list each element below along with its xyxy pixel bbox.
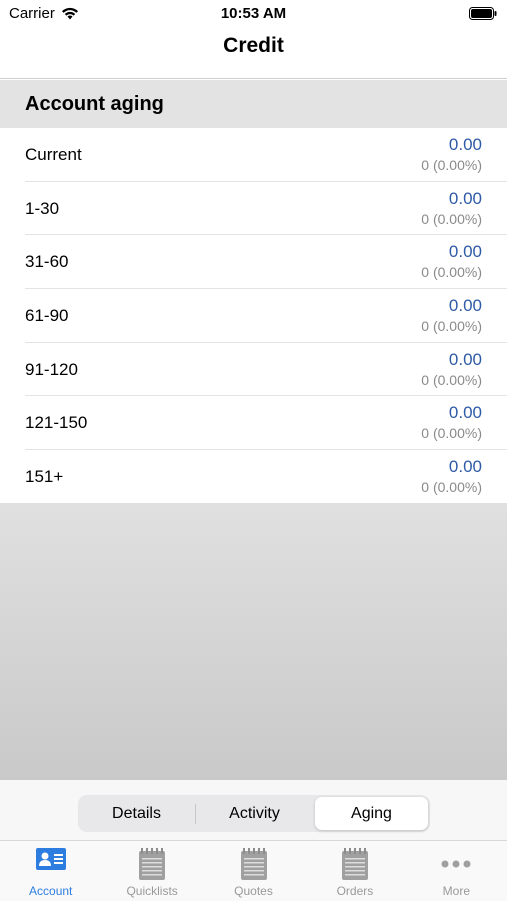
row-label: 91-120 <box>25 359 78 379</box>
tab-label: Quicklists <box>126 884 178 898</box>
view-segmented-control: Details Activity Aging <box>78 795 430 832</box>
tab-quotes[interactable]: Quotes <box>203 841 304 901</box>
ellipsis-icon <box>441 860 471 868</box>
segment-activity[interactable]: Activity <box>198 797 311 830</box>
page-title: Credit <box>223 34 284 57</box>
row-amount: 0.00 <box>448 403 482 423</box>
tab-label: Account <box>29 884 73 898</box>
row-detail: 0 (0.00%) <box>421 479 482 496</box>
tab-quicklists[interactable]: Quicklists <box>101 841 202 901</box>
row-label: 31-60 <box>25 252 69 272</box>
row-amount: 0.00 <box>448 135 482 154</box>
row-amount: 0.00 <box>448 349 482 369</box>
segment-aging[interactable]: Aging <box>315 797 428 830</box>
aging-row-1-30: 1-30 0.00 0 (0.00%) <box>0 181 507 236</box>
tab-label: Quotes <box>234 884 273 898</box>
nav-divider <box>0 78 507 79</box>
aging-row-31-60: 31-60 0.00 0 (0.00%) <box>0 235 507 290</box>
section-header: Account aging <box>0 80 507 128</box>
row-detail: 0 (0.00%) <box>421 264 482 281</box>
row-label: 61-90 <box>25 306 69 326</box>
row-label: 151+ <box>25 467 64 487</box>
segment-divider <box>195 803 196 824</box>
aging-row-91-120: 91-120 0.00 0 (0.00%) <box>0 342 507 397</box>
row-detail: 0 (0.00%) <box>421 157 482 173</box>
row-amount: 0.00 <box>448 457 482 477</box>
segment-details[interactable]: Details <box>80 797 193 830</box>
notepad-icon <box>341 848 368 880</box>
row-label: Current <box>25 145 82 164</box>
tab-more[interactable]: More <box>406 841 507 901</box>
row-detail: 0 (0.00%) <box>421 318 482 335</box>
aging-row-current: Current 0.00 0 (0.00%) <box>0 128 507 182</box>
empty-background <box>0 503 507 780</box>
aging-row-151-plus: 151+ 0.00 0 (0.00%) <box>0 450 507 504</box>
aging-row-121-150: 121-150 0.00 0 (0.00%) <box>0 396 507 451</box>
clock: 10:53 AM <box>220 5 287 22</box>
tab-label: More <box>442 884 470 898</box>
tab-account[interactable]: Account <box>0 841 101 901</box>
battery-icon <box>469 7 497 20</box>
row-amount: 0.00 <box>448 188 482 208</box>
aging-list: Current 0.00 0 (0.00%) 1-30 0.00 0 (0.00… <box>0 128 507 504</box>
row-label: 1-30 <box>25 198 60 218</box>
notepad-icon <box>240 848 267 880</box>
tab-label: Orders <box>336 884 374 898</box>
account-card-icon <box>35 848 66 870</box>
row-amount: 0.00 <box>448 242 482 262</box>
aging-row-61-90: 61-90 0.00 0 (0.00%) <box>0 289 507 343</box>
section-title: Account aging <box>25 93 164 115</box>
tab-bar: Account Quicklists Quotes Orders More <box>0 840 507 901</box>
row-detail: 0 (0.00%) <box>421 371 482 388</box>
row-label: 121-150 <box>25 413 88 433</box>
row-detail: 0 (0.00%) <box>421 425 482 442</box>
tab-orders[interactable]: Orders <box>304 841 405 901</box>
row-detail: 0 (0.00%) <box>421 210 482 227</box>
row-amount: 0.00 <box>448 296 482 316</box>
status-bar: Carrier 10:53 AM <box>0 0 507 28</box>
notepad-icon <box>139 848 166 880</box>
